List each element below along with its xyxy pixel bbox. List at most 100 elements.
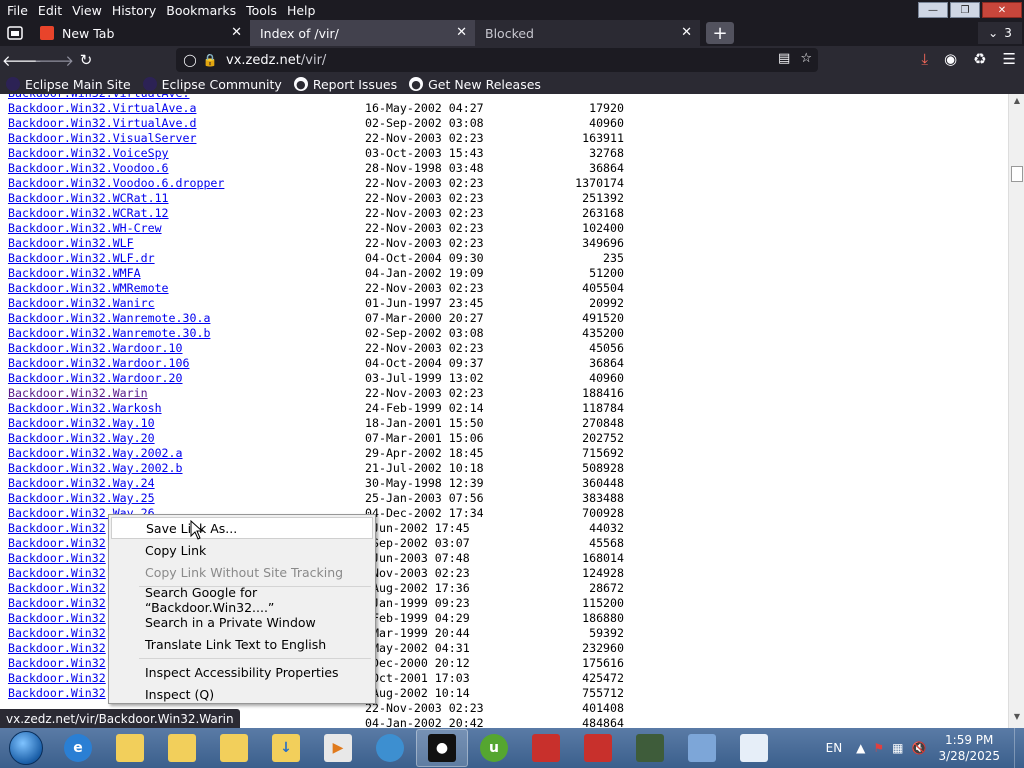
taskbar-folder-2[interactable] <box>156 729 208 767</box>
menu-item-inspect[interactable]: Inspect (Q) <box>111 683 373 705</box>
file-link[interactable]: Backdoor.Win32.WMRemote <box>8 281 169 296</box>
url-text[interactable]: vx.zedz.net/vir/ <box>226 53 326 68</box>
menu-edit[interactable]: Edit <box>33 3 67 18</box>
volume-muted-icon[interactable]: 🔇 <box>912 741 927 755</box>
file-link[interactable]: Backdoor.Win32 <box>8 641 106 656</box>
taskbar-network[interactable] <box>364 729 416 767</box>
extensions-icon[interactable]: ♻ <box>973 50 986 68</box>
taskbar-app-red-1[interactable] <box>520 729 572 767</box>
scrollbar-thumb[interactable] <box>1011 166 1023 182</box>
taskbar-utorrent[interactable]: u <box>468 729 520 767</box>
file-link[interactable]: Backdoor.Win32 <box>8 671 106 686</box>
close-tab-icon[interactable]: ✕ <box>456 25 467 40</box>
menu-file[interactable]: File <box>2 3 33 18</box>
file-link[interactable]: Backdoor.Win32.Way.24 <box>8 476 155 491</box>
file-link[interactable]: Backdoor.Win32.Way.2002.b <box>8 461 183 476</box>
start-button[interactable] <box>0 728 52 768</box>
taskbar-internet-explorer[interactable]: e <box>52 729 104 767</box>
menu-history[interactable]: History <box>107 3 161 18</box>
menu-help[interactable]: Help <box>282 3 321 18</box>
show-desktop-button[interactable] <box>1014 728 1024 768</box>
close-window-button[interactable]: ✕ <box>982 2 1022 18</box>
taskbar-downloads-folder[interactable]: ↓ <box>260 729 312 767</box>
list-all-tabs-button[interactable]: ⌄ 3 <box>978 22 1022 44</box>
taskbar-app-red-2[interactable] <box>572 729 624 767</box>
file-link[interactable]: Backdoor.Win32.VirtualAve.a <box>8 101 196 116</box>
scroll-up-arrow-icon[interactable]: ▲ <box>1009 96 1024 110</box>
tab-index-vir[interactable]: Index of /vir/ ✕ <box>250 20 475 46</box>
file-link[interactable]: Backdoor.Win32.Warkosh <box>8 401 162 416</box>
file-link[interactable]: Backdoor.Win32 <box>8 551 106 566</box>
file-link[interactable]: Backdoor.Win32.VoiceSpy <box>8 146 169 161</box>
menu-item-search-private-window[interactable]: Search in a Private Window <box>111 611 373 633</box>
file-link[interactable]: Backdoor.Win32.Wanremote.30.b <box>8 326 210 341</box>
shield-icon[interactable]: ◯ <box>180 53 200 67</box>
menu-item-copy-link-without-tracking[interactable]: Copy Link Without Site Tracking <box>111 561 373 583</box>
forward-button[interactable]: 🡒 <box>34 46 74 74</box>
firefox-view-button[interactable] <box>0 20 30 46</box>
account-icon[interactable]: ◉ <box>944 50 957 68</box>
taskbar-notepad[interactable] <box>728 729 780 767</box>
language-indicator[interactable]: EN <box>826 741 843 755</box>
file-link[interactable]: Backdoor.Win32.WMFA <box>8 266 141 281</box>
file-link[interactable]: Backdoor.Win32.Way.25 <box>8 491 155 506</box>
close-tab-icon[interactable]: ✕ <box>681 25 692 40</box>
file-link[interactable]: Backdoor.Win32.Way.2002.a <box>8 446 183 461</box>
file-link[interactable]: Backdoor.Win32.Wardoor.106 <box>8 356 189 371</box>
taskbar-folder-1[interactable] <box>104 729 156 767</box>
hamburger-menu-icon[interactable]: ☰ <box>1003 50 1016 68</box>
menu-view[interactable]: View <box>67 3 107 18</box>
bookmark-report-issues[interactable]: ● Report Issues <box>288 77 403 92</box>
bookmark-star-icon[interactable]: ☆ <box>800 51 812 66</box>
action-center-flag-icon[interactable]: ⚑ <box>873 741 884 755</box>
menu-item-inspect-accessibility[interactable]: Inspect Accessibility Properties <box>111 661 373 683</box>
file-link[interactable]: Backdoor.Win32.Wanirc <box>8 296 155 311</box>
bookmark-eclipse-main-site[interactable]: Eclipse Main Site <box>0 77 137 92</box>
file-link[interactable]: Backdoor.Win32.WLF.dr <box>8 251 155 266</box>
file-link[interactable]: Backdoor.Win32.Voodoo.6.dropper <box>8 176 224 191</box>
file-link[interactable]: Backdoor.Win32 <box>8 521 106 536</box>
file-link[interactable]: Backdoor.Win32 <box>8 626 106 641</box>
bookmark-eclipse-community[interactable]: Eclipse Community <box>137 77 288 92</box>
taskbar-clock[interactable]: 1:59 PM 3/28/2025 <box>938 732 1000 764</box>
new-tab-button[interactable]: + <box>706 22 734 44</box>
file-link[interactable]: Backdoor.Win32.VirtualAve.d <box>8 116 196 131</box>
file-link[interactable]: Backdoor.Win32 <box>8 686 106 701</box>
menu-tools[interactable]: Tools <box>241 3 282 18</box>
taskbar-control-panel[interactable] <box>676 729 728 767</box>
scroll-down-arrow-icon[interactable]: ▼ <box>1009 712 1024 726</box>
file-link[interactable]: Backdoor.Win32 <box>8 596 106 611</box>
file-link[interactable]: Backdoor.Win32.Way.10 <box>8 416 155 431</box>
menu-item-copy-link[interactable]: Copy Link <box>111 539 373 561</box>
show-hidden-icons-icon[interactable]: ▲ <box>856 741 865 755</box>
tab-new-tab[interactable]: New Tab ✕ <box>30 20 250 46</box>
taskbar-firefox[interactable]: ● <box>416 729 468 767</box>
taskbar-terminal[interactable] <box>624 729 676 767</box>
file-link[interactable]: Backdoor.Win32.VisualServer <box>8 131 196 146</box>
bookmark-get-new-releases[interactable]: ● Get New Releases <box>403 77 547 92</box>
tab-blocked[interactable]: Blocked ✕ <box>475 20 700 46</box>
file-link[interactable]: Backdoor.Win32 <box>8 611 106 626</box>
minimize-button[interactable]: — <box>918 2 948 18</box>
file-link[interactable]: Backdoor.Win32 <box>8 656 106 671</box>
file-link[interactable]: Backdoor.Win32 <box>8 581 106 596</box>
vertical-scrollbar[interactable]: ▲ ▼ <box>1008 94 1024 728</box>
reload-button[interactable]: ↻ <box>70 46 102 74</box>
downloads-icon[interactable]: ⤓ <box>921 50 928 68</box>
file-link[interactable]: Backdoor.Win32.WCRat.11 <box>8 191 169 206</box>
network-icon[interactable]: ▦ <box>892 741 903 755</box>
restore-button[interactable]: ❐ <box>950 2 980 18</box>
file-link[interactable]: Backdoor.Win32 <box>8 566 106 581</box>
close-tab-icon[interactable]: ✕ <box>231 25 242 40</box>
file-link[interactable]: Backdoor.Win32.WH-Crew <box>8 221 162 236</box>
file-link[interactable]: Backdoor.Win32.Wardoor.20 <box>8 371 183 386</box>
file-link[interactable]: Backdoor.Win32.WLF <box>8 236 134 251</box>
taskbar-media-player[interactable]: ▶ <box>312 729 364 767</box>
lock-icon[interactable]: 🔒 <box>200 53 220 67</box>
file-link[interactable]: Backdoor.Win32.Wardoor.10 <box>8 341 183 356</box>
file-link[interactable]: Backdoor.Win32.Voodoo.6 <box>8 161 169 176</box>
menu-item-search-google[interactable]: Search Google for “Backdoor.Win32....” <box>111 585 373 615</box>
file-link[interactable]: Backdoor.Win32.VirtualAve. <box>8 94 189 101</box>
file-link[interactable]: Backdoor.Win32.Warin <box>8 386 148 401</box>
menu-item-save-link-as[interactable]: Save Link As... <box>111 517 373 539</box>
